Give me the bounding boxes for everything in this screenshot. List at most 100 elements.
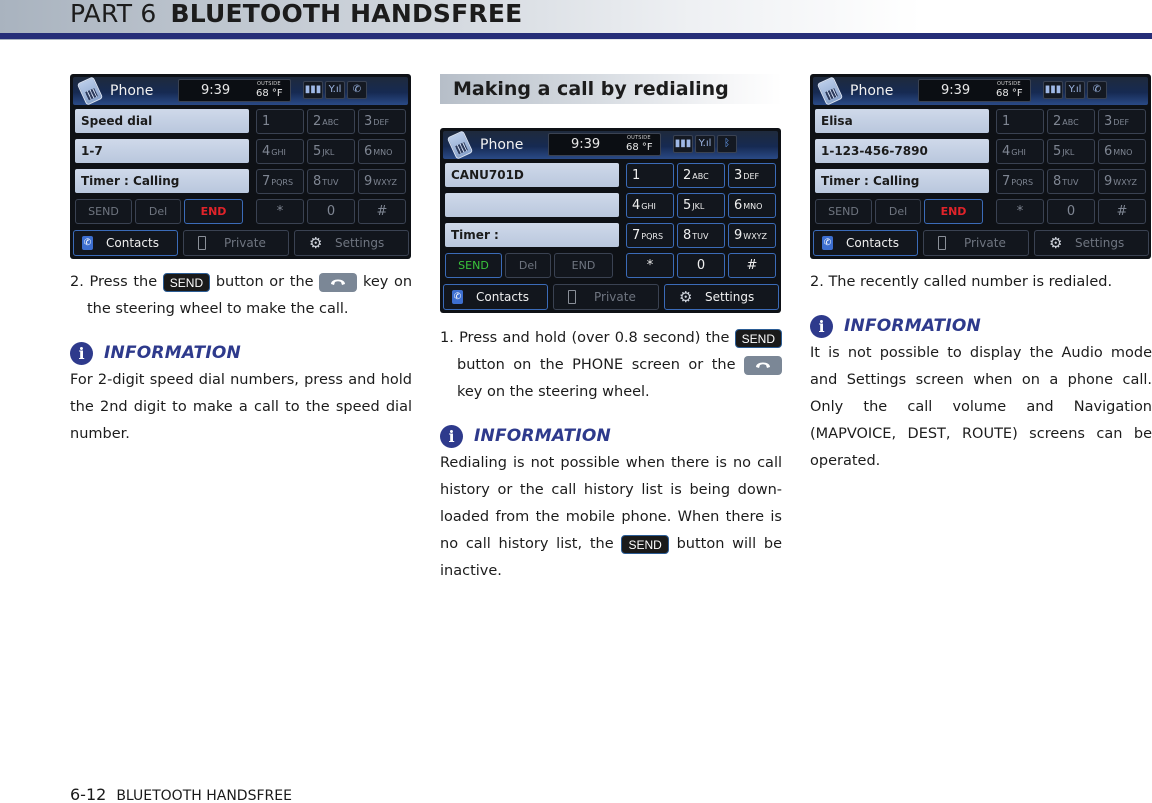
clock-display: 9:39 OUTSIDE 68 °F xyxy=(918,79,1031,102)
keypad-key[interactable]: 1 xyxy=(626,163,674,188)
private-button[interactable]: Private xyxy=(923,230,1029,256)
call-info-fields: Elisa 1-123-456-7890 Timer : Calling xyxy=(815,109,989,199)
keypad-key[interactable]: * xyxy=(256,199,304,224)
screen-bottom-bar: ✆ Contacts Private ⚙ Settings xyxy=(443,284,779,310)
signal-icon: Y.ıl xyxy=(695,135,715,153)
keypad-key[interactable]: 8TUV xyxy=(1047,169,1095,194)
handset-private-icon xyxy=(938,236,946,250)
settings-button[interactable]: ⚙ Settings xyxy=(1034,230,1149,256)
keypad-key[interactable]: 7PQRS xyxy=(626,223,674,248)
contacts-button[interactable]: ✆ Contacts xyxy=(813,230,918,256)
call-action-row: SEND Del END xyxy=(75,199,243,224)
call-action-row: SEND Del END xyxy=(815,199,983,224)
screen-bottom-bar: ✆ Contacts Private ⚙ Settings xyxy=(813,230,1149,256)
step-2-press-send: 2. Press the SEND button or the key on t… xyxy=(70,272,413,317)
keypad-key[interactable]: 3DEF xyxy=(358,109,406,134)
send-button[interactable]: SEND xyxy=(445,253,502,278)
keypad-key[interactable]: 9WXYZ xyxy=(1098,169,1146,194)
keypad-key[interactable]: 9WXYZ xyxy=(728,223,776,248)
keypad-key[interactable]: 0 xyxy=(677,253,725,278)
keypad-key[interactable]: 0 xyxy=(307,199,355,224)
send-button[interactable]: SEND xyxy=(75,199,132,224)
keypad-key[interactable]: 1 xyxy=(256,109,304,134)
clock-display: 9:39 OUTSIDE 68 °F xyxy=(548,133,661,156)
end-button[interactable]: END xyxy=(554,253,613,278)
battery-icon: ▮▮▮ xyxy=(673,135,693,153)
keypad-key[interactable]: 3DEF xyxy=(1098,109,1146,134)
keypad-key[interactable]: 2ABC xyxy=(307,109,355,134)
keypad-key[interactable]: 7PQRS xyxy=(256,169,304,194)
call-info-field xyxy=(445,193,619,217)
keypad-key[interactable]: * xyxy=(626,253,674,278)
keypad-key[interactable]: 5JKL xyxy=(1047,139,1095,164)
private-button[interactable]: Private xyxy=(553,284,659,310)
keypad-key[interactable]: 3DEF xyxy=(728,163,776,188)
keypad-key[interactable]: 8TUV xyxy=(307,169,355,194)
keypad-key[interactable]: 6MNO xyxy=(358,139,406,164)
page-number: 6-12 xyxy=(70,785,107,803)
column-speed-dial: Phone 9:39 OUTSIDE 68 °F ▮▮▮ Y.ıl ✆ Speed dial 1… xyxy=(70,74,412,448)
private-button[interactable]: Private xyxy=(183,230,289,256)
settings-button[interactable]: ⚙ Settings xyxy=(664,284,779,310)
delete-button[interactable]: Del xyxy=(505,253,551,278)
info-text: Redialing is not possible when there is … xyxy=(440,455,783,579)
contacts-book-icon: ✆ xyxy=(822,236,833,250)
keypad-key[interactable]: 6MNO xyxy=(1098,139,1146,164)
column-redial-result: Phone 9:39 OUTSIDE 68 °F ▮▮▮ Y.ıl ✆ Elisa 1-123-… xyxy=(810,74,1152,475)
settings-button[interactable]: ⚙ Settings xyxy=(294,230,409,256)
keypad-key[interactable]: 9WXYZ xyxy=(358,169,406,194)
information-box: i INFORMATION It is not possible to disp… xyxy=(810,312,1152,475)
step-text: 2. Press the SEND button or the key on t… xyxy=(70,269,412,323)
page-footer: 6-12 BLUETOOTH HANDSFREE xyxy=(70,786,292,803)
info-icon: i xyxy=(440,424,463,448)
call-icon: ✆ xyxy=(1087,81,1107,99)
keypad-key[interactable]: * xyxy=(996,199,1044,224)
keypad-key[interactable]: 4GHI xyxy=(256,139,304,164)
keypad-key[interactable]: 1 xyxy=(996,109,1044,134)
delete-button[interactable]: Del xyxy=(875,199,921,224)
call-info-field: Timer : Calling xyxy=(815,169,989,193)
keypad-key[interactable]: # xyxy=(728,253,776,278)
keypad-key[interactable]: 5JKL xyxy=(307,139,355,164)
keypad-key[interactable]: 8TUV xyxy=(677,223,725,248)
info-text: It is not possible to display the Audio … xyxy=(810,345,1152,469)
gear-icon: ⚙ xyxy=(309,234,323,252)
status-icons: ▮▮▮ Y.ıl ✆ xyxy=(303,81,367,99)
call-action-row: SEND Del END xyxy=(445,253,613,278)
info-text: For 2-digit speed dial numbers, press an… xyxy=(70,372,412,442)
header-topic: BLUETOOTH HANDSFREE xyxy=(170,0,523,28)
end-button[interactable]: END xyxy=(184,199,243,224)
screen-title-bar: Phone 9:39 OUTSIDE 68 °F ▮▮▮ Y.ıl ᛒ xyxy=(443,130,778,160)
contacts-button[interactable]: ✆ Contacts xyxy=(443,284,548,310)
call-info-field: Timer : Calling xyxy=(75,169,249,193)
steering-call-key-chip xyxy=(744,355,783,375)
delete-button[interactable]: Del xyxy=(135,199,181,224)
keypad-key[interactable]: 5JKL xyxy=(677,193,725,218)
signal-icon: Y.ıl xyxy=(325,81,345,99)
keypad-key[interactable]: 0 xyxy=(1047,199,1095,224)
keypad-key[interactable]: 2ABC xyxy=(677,163,725,188)
send-button[interactable]: SEND xyxy=(815,199,872,224)
info-title: INFORMATION xyxy=(104,343,241,363)
keypad-key[interactable]: 4GHI xyxy=(626,193,674,218)
screen-title: Phone xyxy=(110,83,154,99)
keypad-key[interactable]: # xyxy=(1098,199,1146,224)
end-button[interactable]: END xyxy=(924,199,983,224)
information-box: i INFORMATION For 2-digit speed dial num… xyxy=(70,339,412,448)
keypad-key[interactable]: # xyxy=(358,199,406,224)
contacts-button[interactable]: ✆ Contacts xyxy=(73,230,178,256)
dial-keypad: 1 2ABC 3DEF 4GHI 5JKL 6MNO 7PQRS 8TUV 9WXYZ * 0 # xyxy=(996,109,1146,224)
keypad-key[interactable]: 6MNO xyxy=(728,193,776,218)
keypad-key[interactable]: 7PQRS xyxy=(996,169,1044,194)
keypad-key[interactable]: 4GHI xyxy=(996,139,1044,164)
step-1-press-hold-send: 1. Press and hold (over 0.8 second) the … xyxy=(440,325,783,406)
handset-private-icon xyxy=(568,290,576,304)
call-info-field: CANU701D xyxy=(445,163,619,187)
dial-keypad: 1 2ABC 3DEF 4GHI 5JKL 6MNO 7PQRS 8TUV 9WXYZ * 0 # xyxy=(626,163,776,278)
information-box: i INFORMATION Redialing is not possible … xyxy=(440,422,782,585)
signal-icon: Y.ıl xyxy=(1065,81,1085,99)
keypad-key[interactable]: 2ABC xyxy=(1047,109,1095,134)
phone-screen-speed-dial: Phone 9:39 OUTSIDE 68 °F ▮▮▮ Y.ıl ✆ Speed dial 1… xyxy=(70,74,411,259)
info-title: INFORMATION xyxy=(844,316,981,336)
screen-title-bar: Phone 9:39 OUTSIDE 68 °F ▮▮▮ Y.ıl ✆ xyxy=(813,76,1148,106)
